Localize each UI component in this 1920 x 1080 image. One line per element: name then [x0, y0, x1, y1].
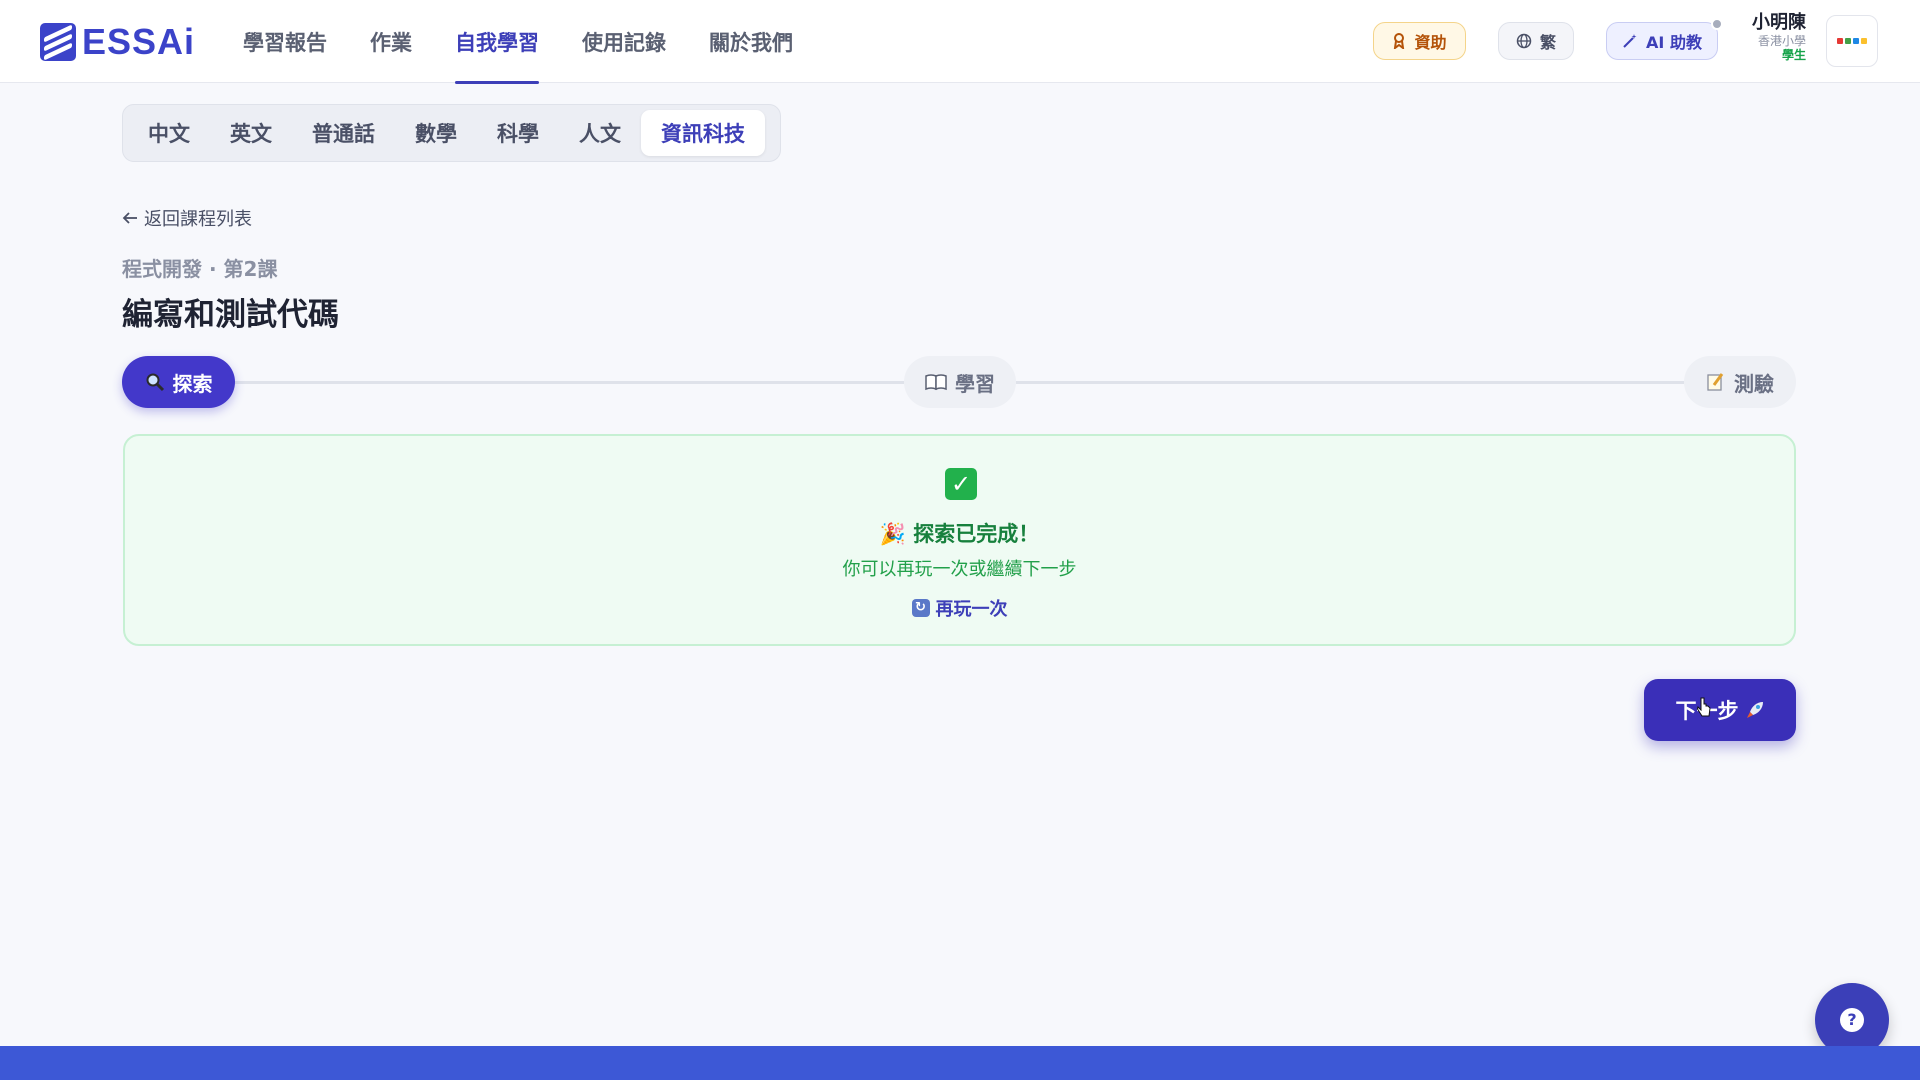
play-again-label: 再玩一次 [935, 599, 1008, 620]
main-nav: 學習報告 作業 自我學習 使用記錄 關於我們 [243, 0, 793, 84]
language-label: 繁 [1539, 33, 1556, 52]
essai-logo[interactable]: ESSAi [40, 21, 195, 63]
language-button[interactable]: 繁 [1498, 22, 1574, 60]
rocket-icon [1746, 702, 1763, 718]
sponsor-label: 資助 [1414, 33, 1447, 52]
completion-description: 你可以再玩一次或繼續下一步 [842, 559, 1077, 580]
lesson-breadcrumb: 程式開發 · 第2課 [122, 257, 278, 281]
exploration-complete-card: ✓ 🎉 探索已完成！ 你可以再玩一次或繼續下一步 ↻ 再玩一次 [123, 434, 1796, 646]
tab-humanities[interactable]: 人文 [559, 110, 641, 156]
sponsor-button[interactable]: 資助 [1373, 22, 1466, 60]
memo-icon [1707, 373, 1724, 391]
tab-putonghua[interactable]: 普通話 [292, 110, 395, 156]
tab-chinese[interactable]: 中文 [128, 110, 210, 156]
tab-math[interactable]: 數學 [395, 110, 477, 156]
step-learn-label: 學習 [955, 371, 995, 396]
book-icon [925, 374, 947, 391]
step-quiz[interactable]: 測驗 [1684, 356, 1796, 408]
user-info[interactable]: 小明陳 香港小學 學生 [1740, 12, 1806, 62]
globe-icon [1516, 33, 1532, 49]
arrow-left-icon [122, 212, 137, 224]
user-school: 香港小學 [1757, 33, 1806, 48]
stepper-connector [235, 381, 904, 384]
ai-tutor-button[interactable]: AI 助教 [1606, 22, 1718, 60]
step-explore-label: 探索 [172, 371, 213, 396]
logo-mark-icon [40, 23, 76, 61]
mouse-pointer-icon [1697, 697, 1711, 717]
step-learn[interactable]: 學習 [904, 356, 1016, 408]
nav-item-homework[interactable]: 作業 [370, 0, 412, 83]
next-step-button[interactable]: 下一步 [1644, 679, 1796, 741]
magic-wand-icon [1623, 34, 1637, 48]
nav-item-usage-log[interactable]: 使用記錄 [582, 0, 666, 83]
repeat-icon: ↻ [911, 599, 930, 617]
check-mark-icon: ✓ [945, 468, 977, 500]
subject-tabs: 中文 英文 普通話 數學 科學 人文 資訊科技 [122, 104, 781, 162]
tab-ict[interactable]: 資訊科技 [641, 110, 765, 156]
top-header: ESSAi 學習報告 作業 自我學習 使用記錄 關於我們 資助 繁 AI 助教 … [0, 0, 1920, 84]
stepper-connector [1016, 381, 1684, 384]
party-popper-icon: 🎉 [879, 522, 906, 546]
play-again-button[interactable]: ↻ 再玩一次 [125, 595, 1794, 621]
tab-science[interactable]: 科學 [477, 110, 559, 156]
step-explore[interactable]: 探索 [122, 356, 235, 408]
logo-text: ESSAi [82, 21, 196, 62]
completion-title-text: 探索已完成！ [913, 522, 1040, 546]
magnifier-icon [146, 373, 164, 392]
back-to-courses-link[interactable]: 返回課程列表 [122, 205, 252, 231]
ai-tutor-label: AI 助教 [1646, 33, 1702, 52]
ribbon-icon [1394, 33, 1405, 49]
step-quiz-label: 測驗 [1734, 371, 1774, 396]
page-title: 編寫和測試代碼 [122, 297, 339, 333]
nav-item-self-learning[interactable]: 自我學習 [455, 0, 539, 84]
back-link-label: 返回課程列表 [144, 209, 252, 230]
question-mark-icon: ? [1840, 1008, 1864, 1032]
user-role: 學生 [1781, 47, 1806, 62]
tab-english[interactable]: 英文 [210, 110, 292, 156]
footer-bar [0, 1046, 1920, 1080]
status-dot [1711, 18, 1723, 30]
completion-title: 🎉 探索已完成！ [125, 518, 1794, 548]
nav-item-about[interactable]: 關於我們 [709, 0, 793, 83]
nav-item-reports[interactable]: 學習報告 [243, 0, 327, 83]
user-name: 小明陳 [1752, 12, 1806, 33]
school-logo[interactable] [1826, 15, 1878, 67]
